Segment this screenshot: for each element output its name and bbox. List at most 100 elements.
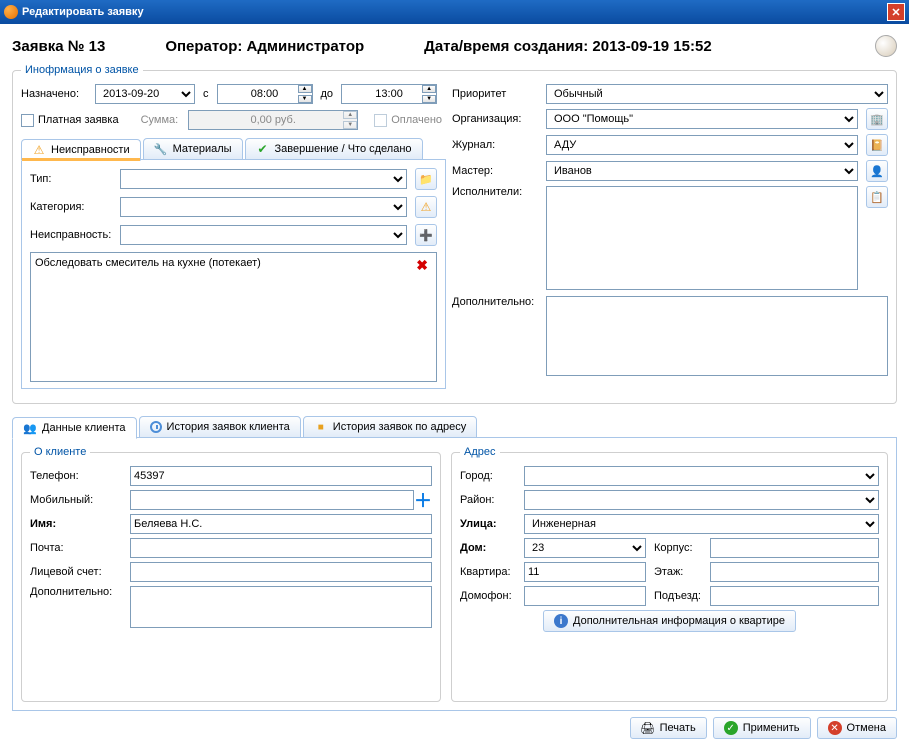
app-icon [4,5,18,19]
journal-select[interactable]: АДУ [546,135,858,155]
faults-tabs: Неисправности Материалы Завершение / Что… [21,138,446,160]
warning-icon [419,200,433,214]
client-tabs: Данные клиента История заявок клиента Ис… [12,416,897,438]
fault-type-select[interactable] [120,169,407,189]
additional-label: Дополнительно: [452,296,542,308]
district-select[interactable] [524,490,879,510]
floor-label: Этаж: [654,566,710,578]
phone-input[interactable] [130,466,432,486]
paid-flag-checkbox [374,114,387,127]
entrance-input[interactable] [710,586,879,606]
history-icon [150,421,162,433]
org-label: Организация: [452,113,542,125]
priority-select[interactable]: Обычный [546,84,888,104]
flat-label: Квартира: [460,566,524,578]
fault-category-warn-button[interactable] [415,196,437,218]
executors-list[interactable] [546,186,858,290]
time-from-down[interactable]: ▼ [298,95,312,103]
request-info-fieldset: Инофрмация о заявке Назначено: 2013-09-2… [12,64,897,404]
log-icon[interactable] [875,35,897,57]
tab-completion-label: Завершение / Что сделано [275,143,412,155]
apply-button[interactable]: Применить [713,717,811,739]
window-title: Редактировать заявку [22,6,887,18]
fault-category-select[interactable] [120,197,407,217]
tab-address-history[interactable]: История заявок по адресу [303,416,477,438]
tab-faults-label: Неисправности [51,144,130,156]
print-icon [641,721,655,735]
entrance-label: Подъезд: [654,590,710,602]
assigned-date[interactable]: 2013-09-20 [95,84,195,104]
building-label: Корпус: [654,542,710,554]
add-mobile-button[interactable]: ＋ [414,491,432,509]
fault-item-delete[interactable]: ✖ [416,257,428,274]
tab-completion[interactable]: Завершение / Что сделано [245,138,423,160]
paid-label: Платная заявка [38,114,119,126]
time-from-up[interactable]: ▲ [298,85,312,93]
account-label: Лицевой счет: [30,566,130,578]
header: Заявка № 13 Оператор: Администратор Дата… [12,32,897,60]
tab-faults[interactable]: Неисправности [21,139,141,161]
additional-text[interactable] [546,296,888,376]
fault-category-label: Категория: [30,201,116,213]
name-label: Имя: [30,518,130,530]
folder-icon [419,172,433,186]
house-select[interactable]: 23 [524,538,646,558]
request-number: Заявка № 13 [12,38,105,55]
to-label: до [321,88,334,100]
tab-client-history[interactable]: История заявок клиента [139,416,301,438]
org-select[interactable]: ООО "Помощь" [546,109,858,129]
journal-button[interactable]: 📔 [866,134,888,156]
flat-info-button[interactable]: Дополнительная информация о квартире [543,610,796,632]
paid-flag-label: Оплачено [391,114,442,126]
sum-input [188,110,358,130]
flat-input[interactable] [524,562,646,582]
cancel-icon [828,721,842,735]
account-input[interactable] [130,562,432,582]
master-button[interactable]: 👤 [866,160,888,182]
city-select[interactable] [524,466,879,486]
close-button[interactable]: ✕ [887,3,905,21]
clients-icon [23,421,37,435]
cancel-label: Отмена [847,722,886,734]
operator-label: Оператор: Администратор [165,38,364,55]
executors-button[interactable]: 📋 [866,186,888,208]
fault-type-browse-button[interactable] [415,168,437,190]
time-to-up[interactable]: ▲ [422,85,436,93]
org-button[interactable]: 🏢 [866,108,888,130]
client-legend: О клиенте [30,446,90,458]
master-select[interactable]: Иванов [546,161,858,181]
print-button[interactable]: Печать [630,717,707,739]
email-input[interactable] [130,538,432,558]
intercom-input[interactable] [524,586,646,606]
tab-address-history-label: История заявок по адресу [333,421,466,433]
client-fieldset: О клиенте Телефон: Мобильный:＋ Имя: Почт… [21,446,441,702]
street-select[interactable]: Инженерная [524,514,879,534]
tab-client-data[interactable]: Данные клиента [12,417,137,439]
email-label: Почта: [30,542,130,554]
client-panel: О клиенте Телефон: Мобильный:＋ Имя: Почт… [12,437,897,711]
fault-add-button[interactable] [415,224,437,246]
tab-materials[interactable]: Материалы [143,138,243,160]
cancel-button[interactable]: Отмена [817,717,897,739]
fault-type-label: Тип: [30,173,116,185]
faults-list[interactable]: Обследовать смеситель на кухне (потекает… [30,252,437,382]
client-additional-input[interactable] [130,586,432,628]
tab-client-data-label: Данные клиента [42,422,126,434]
sum-down: ▼ [343,121,357,129]
sum-up: ▲ [343,111,357,119]
fault-select[interactable] [120,225,407,245]
warning-icon [32,143,46,157]
name-input[interactable] [130,514,432,534]
paid-checkbox[interactable] [21,114,34,127]
address-legend: Адрес [460,446,500,458]
street-label: Улица: [460,518,524,530]
faults-panel: Тип: Категория: Неисправность: [21,159,446,389]
master-label: Мастер: [452,165,542,177]
time-to-down[interactable]: ▼ [422,95,436,103]
footer: Печать Применить Отмена [12,717,897,739]
mobile-label: Мобильный: [30,494,130,506]
mobile-input[interactable] [130,490,414,510]
info-icon [554,614,568,628]
floor-input[interactable] [710,562,879,582]
building-input[interactable] [710,538,879,558]
